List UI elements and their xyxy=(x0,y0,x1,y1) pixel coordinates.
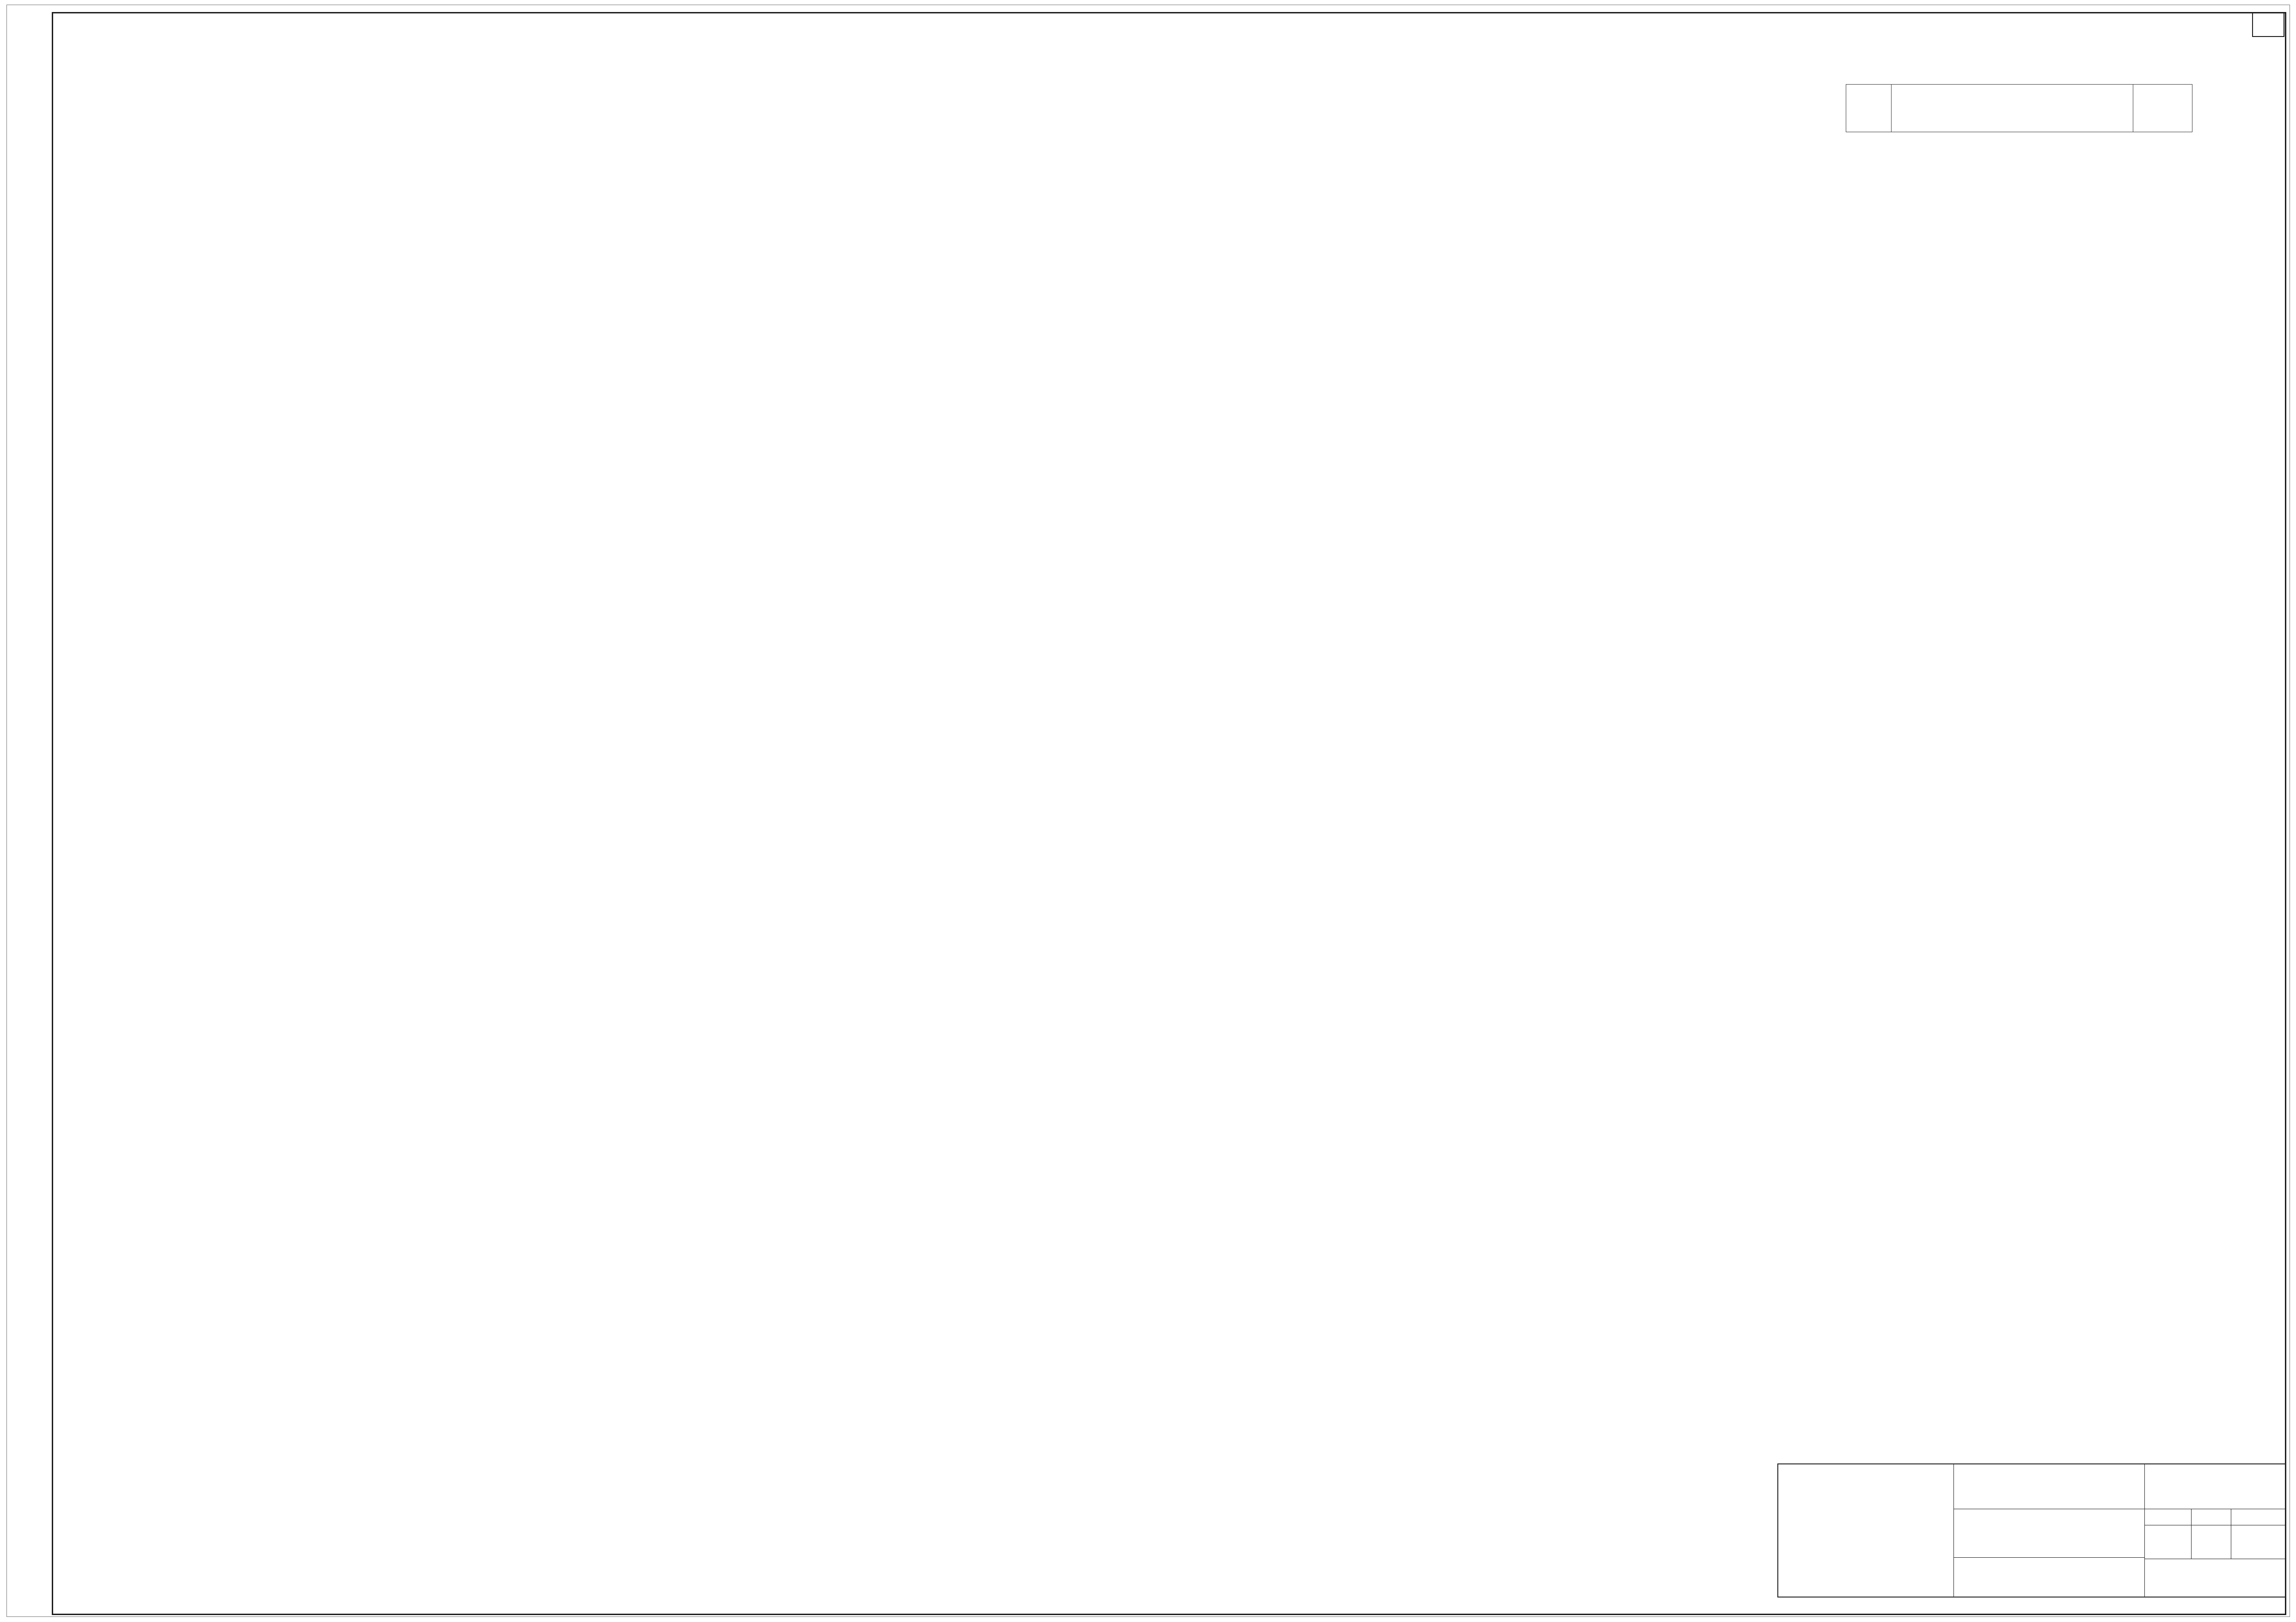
title-block-middle xyxy=(1953,1464,2144,1597)
col-header-area xyxy=(2133,85,2192,132)
object-name xyxy=(1954,1509,2144,1558)
drawing-sheet xyxy=(0,0,2296,1622)
title-block-revision-grid xyxy=(1778,1464,1953,1597)
floor-plan xyxy=(0,0,2296,1622)
col-header-number xyxy=(1846,85,1892,132)
explication xyxy=(1846,74,2190,132)
stage-label xyxy=(2145,1509,2192,1525)
title-block-right xyxy=(2144,1464,2285,1597)
stage-value xyxy=(2145,1525,2192,1559)
sheets-label xyxy=(2231,1509,2285,1525)
sheet-label xyxy=(2192,1509,2231,1525)
sheet-number xyxy=(2192,1525,2231,1559)
col-header-name xyxy=(1892,85,2133,132)
explication-table xyxy=(1846,84,2192,132)
title-block xyxy=(1777,1463,2286,1598)
sheet-name xyxy=(1954,1558,2144,1597)
